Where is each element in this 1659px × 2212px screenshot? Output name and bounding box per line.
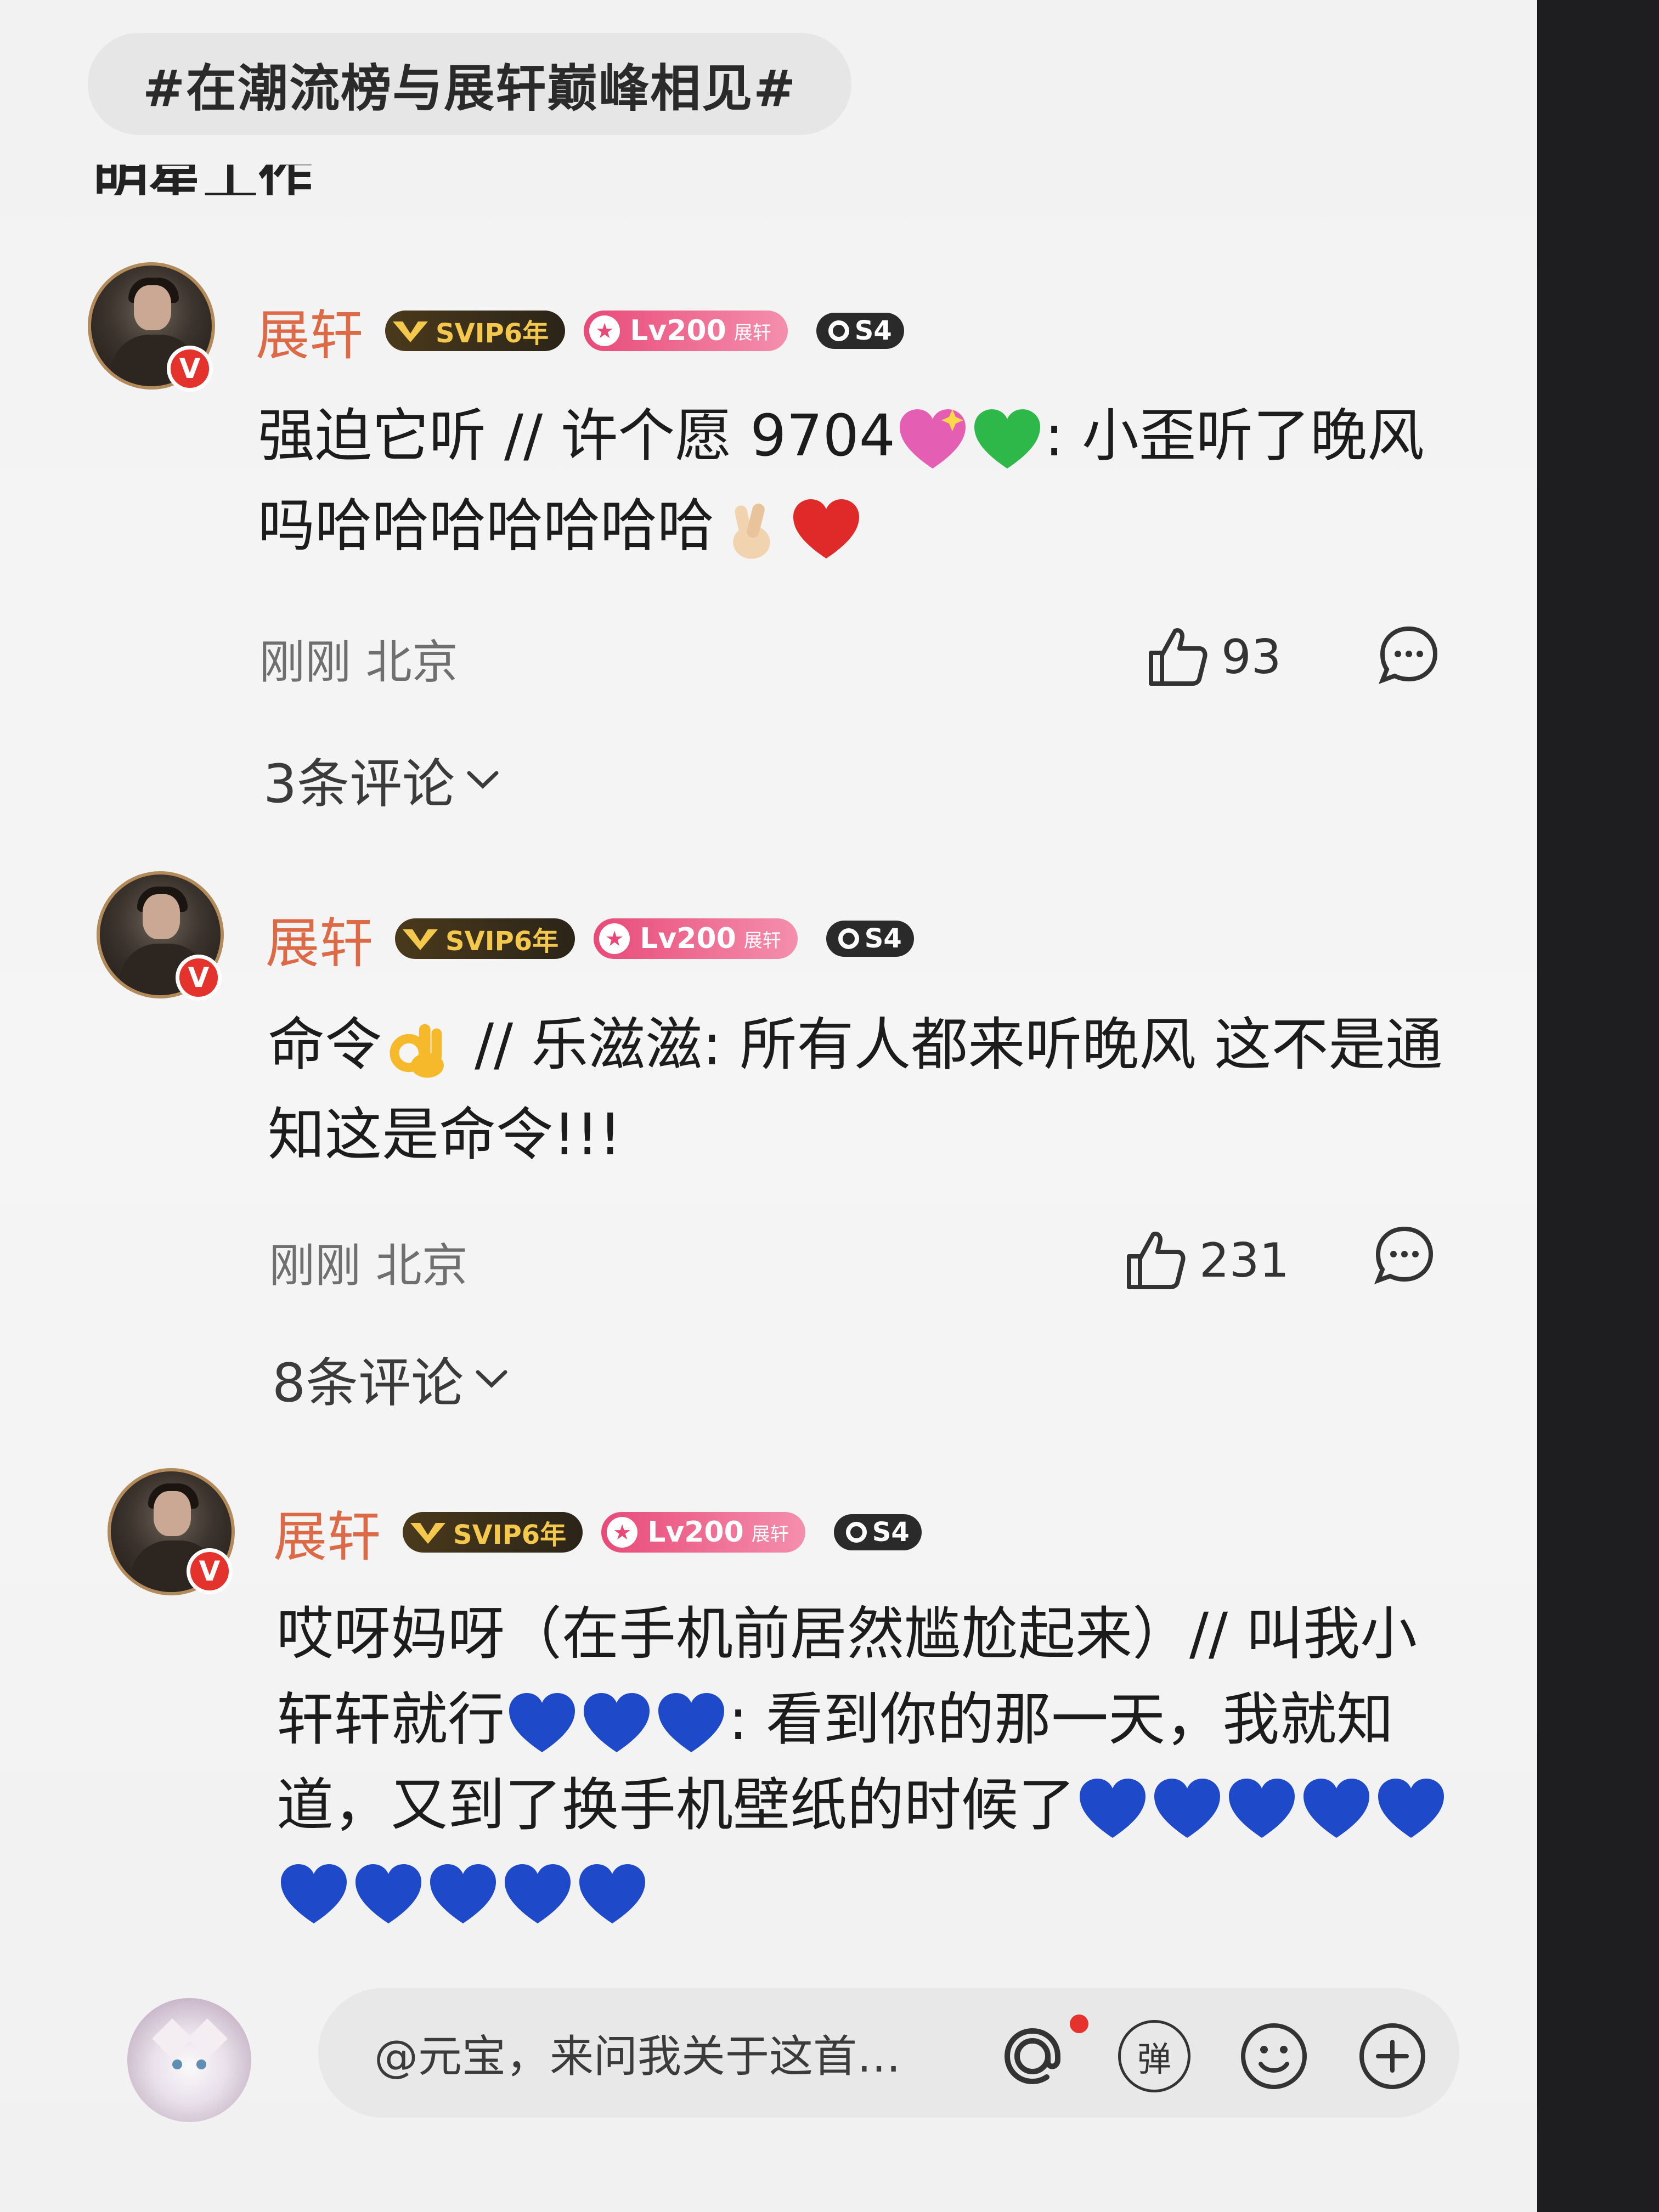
crown-icon <box>403 929 438 950</box>
blue-heart-icon <box>509 1692 575 1752</box>
plus-icon[interactable] <box>1356 2020 1429 2092</box>
username[interactable]: 展轩 <box>256 292 363 370</box>
season-badge: S4 <box>833 1514 922 1550</box>
danmu-label: 弹 <box>1137 2039 1171 2079</box>
blue-heart-icon <box>1080 1778 1146 1838</box>
topic-tag-label: #在潮流榜与展轩巅峰相见# <box>143 59 797 118</box>
chevron-down-icon <box>476 1370 507 1388</box>
star-icon: ★ <box>607 1517 638 1548</box>
reply-count: 8条评论 <box>272 1352 464 1414</box>
svip-badge[interactable]: SVIP6年 <box>403 1512 583 1553</box>
crown-icon <box>393 321 428 342</box>
blue-heart-icon <box>1378 1778 1444 1838</box>
blue-hearts-group-a <box>505 1686 729 1753</box>
at-icon[interactable] <box>996 2020 1069 2092</box>
comment-screen: #在潮流榜与展轩巅峰相见# 明星工作 V 展轩 SVIP6年 ★ Lv200 展… <box>0 0 1537 2212</box>
level-label: Lv200 <box>640 922 736 955</box>
season-ring-icon <box>845 1522 867 1543</box>
season-label: S4 <box>864 923 902 954</box>
svip-label: SVIP6年 <box>445 926 559 957</box>
comment-text-part-a: 命令 <box>268 1011 382 1078</box>
topic-tag[interactable]: #在潮流榜与展轩巅峰相见# <box>88 33 852 135</box>
blue-heart-icon <box>356 1864 421 1923</box>
verified-v-icon: V <box>187 1548 233 1594</box>
thumbs-up-icon <box>1127 1232 1186 1289</box>
level-badge[interactable]: ★ Lv200 展轩 <box>584 311 788 351</box>
emoji-icon[interactable] <box>1238 2020 1310 2092</box>
name-row: 展轩 SVIP6年 ★ Lv200 展轩 S4 <box>256 301 904 367</box>
star-icon: ★ <box>589 315 620 346</box>
expand-replies[interactable]: 8条评论 <box>272 1345 511 1414</box>
name-row: 展轩 SVIP6年 ★ Lv200 展轩 S4 <box>273 1502 922 1568</box>
level-sub-label: 展轩 <box>751 1523 789 1545</box>
comment-input-bar: @元宝，来问我关于这首… 弹 <box>0 1975 1537 2140</box>
blue-heart-icon <box>1304 1778 1370 1838</box>
blue-heart-icon <box>1229 1778 1295 1838</box>
svip-label: SVIP6年 <box>436 318 549 349</box>
my-avatar[interactable] <box>127 1998 251 2122</box>
comment-text: 命令 // 乐滋滋: 所有人都来听晚风 这不是通知这是命令!!! <box>268 1000 1458 1180</box>
clipped-header: 明星工作 <box>93 165 324 195</box>
like-button[interactable]: 231 <box>1122 1222 1289 1299</box>
crossed-fingers-icon <box>733 503 770 559</box>
red-heart-icon <box>793 499 860 558</box>
clipped-header-text: 明星工作 <box>93 165 324 195</box>
sparkling-heart-icon <box>899 409 966 469</box>
name-row: 展轩 SVIP6年 ★ Lv200 展轩 S4 <box>266 909 914 975</box>
meta-row: 刚刚 北京 <box>269 1229 468 1295</box>
thumbs-up-icon <box>1149 628 1207 686</box>
notification-dot <box>1070 2015 1088 2033</box>
level-badge[interactable]: ★ Lv200 展轩 <box>601 1512 805 1553</box>
meta-row: 刚刚 北京 <box>259 625 458 691</box>
svip-label: SVIP6年 <box>453 1520 567 1550</box>
green-heart-icon <box>974 409 1040 469</box>
blue-heart-icon <box>430 1864 496 1923</box>
blue-heart-icon <box>658 1692 725 1752</box>
svip-badge[interactable]: SVIP6年 <box>385 311 566 351</box>
comment-text-part-a: 强迫它听 // 许个愿 9704 <box>258 402 895 469</box>
level-label: Lv200 <box>647 1516 744 1549</box>
level-label: Lv200 <box>630 314 726 347</box>
blue-heart-icon <box>579 1864 645 1923</box>
chevron-down-icon <box>467 771 499 789</box>
comment-bubble-icon[interactable] <box>1376 622 1442 688</box>
ok-hand-icon <box>390 1024 444 1078</box>
level-badge[interactable]: ★ Lv200 展轩 <box>594 918 798 959</box>
season-badge: S4 <box>816 313 904 349</box>
season-label: S4 <box>854 315 892 346</box>
danmu-button[interactable]: 弹 <box>1118 2020 1190 2092</box>
time-location: 刚刚 北京 <box>259 635 458 689</box>
season-label: S4 <box>872 1517 910 1548</box>
season-ring-icon <box>828 320 849 341</box>
username[interactable]: 展轩 <box>273 1493 381 1571</box>
comment-bubble-icon[interactable] <box>1372 1222 1437 1288</box>
season-badge: S4 <box>826 921 914 957</box>
blue-heart-icon <box>1154 1778 1221 1838</box>
time-location: 刚刚 北京 <box>269 1238 468 1293</box>
expand-replies[interactable]: 3条评论 <box>263 746 502 815</box>
blue-heart-icon <box>281 1864 347 1923</box>
blue-heart-icon <box>584 1692 650 1752</box>
comment-input[interactable]: @元宝，来问我关于这首… 弹 <box>318 1988 1459 2118</box>
input-placeholder: @元宝，来问我关于这首… <box>374 2031 901 2082</box>
blue-heart-icon <box>505 1864 571 1923</box>
verified-v-icon: V <box>167 346 213 392</box>
svip-badge[interactable]: SVIP6年 <box>395 918 575 959</box>
username[interactable]: 展轩 <box>266 900 373 978</box>
comment-text: 强迫它听 // 许个愿 9704: 小歪听了晚风吗哈哈哈哈哈哈哈 <box>258 391 1448 571</box>
level-sub-label: 展轩 <box>743 929 781 952</box>
like-button[interactable]: 93 <box>1144 619 1281 696</box>
like-count: 231 <box>1199 1233 1290 1288</box>
comment-text: 哎呀妈呀（在手机前居然尴尬起来）// 叫我小轩轩就行: 看到你的那一天，我就知道… <box>276 1591 1451 1933</box>
star-icon: ★ <box>599 923 630 954</box>
like-count: 93 <box>1221 630 1282 685</box>
crown-icon <box>410 1523 446 1544</box>
season-ring-icon <box>838 928 859 949</box>
level-sub-label: 展轩 <box>733 321 771 344</box>
verified-v-icon: V <box>176 955 222 1001</box>
reply-count: 3条评论 <box>263 753 455 815</box>
